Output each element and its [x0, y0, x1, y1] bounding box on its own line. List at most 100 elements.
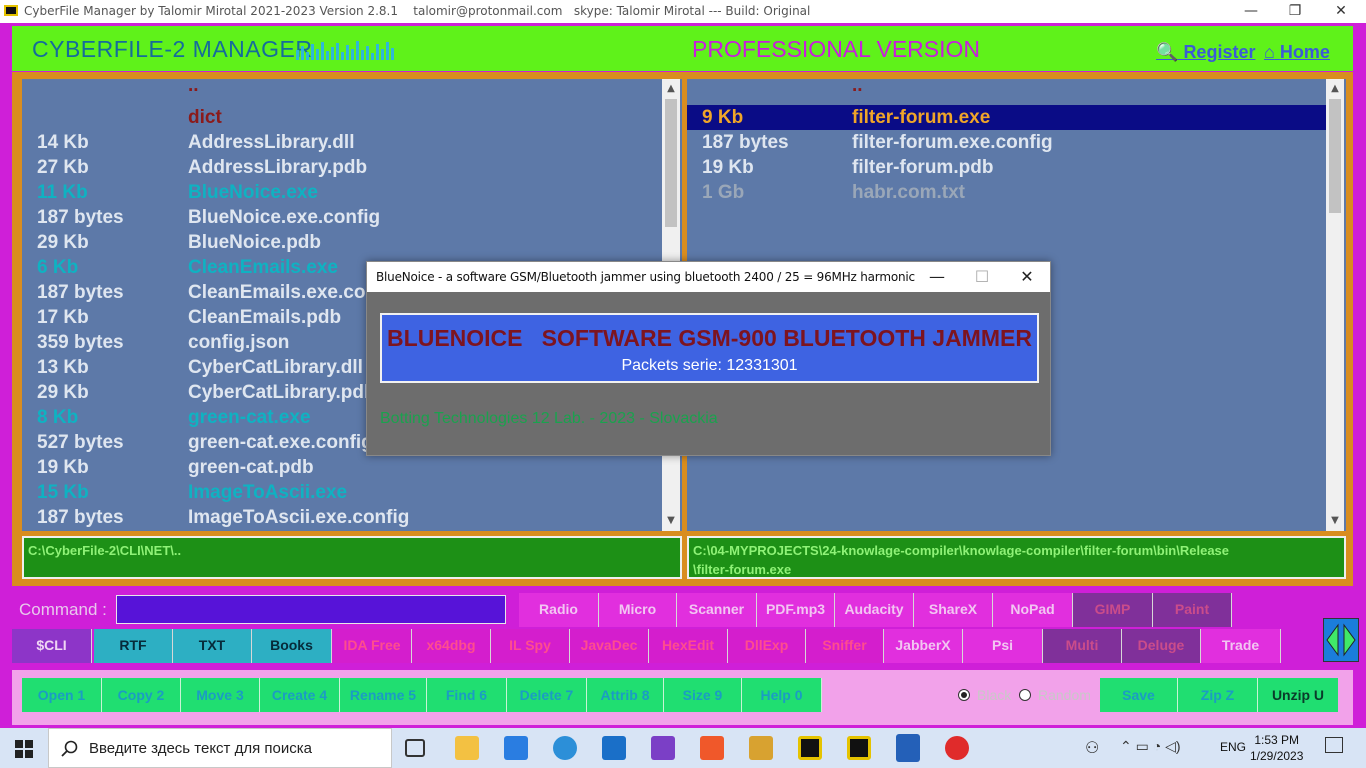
register-link[interactable]: 🔍 Register — [1156, 42, 1255, 63]
scroll-down-arrow-icon[interactable]: ▼ — [662, 513, 680, 529]
radio-button[interactable]: Radio — [519, 593, 599, 627]
people-icon[interactable]: ⚇ — [1085, 738, 1099, 758]
multi-button[interactable]: Multi — [1043, 629, 1122, 663]
file-row[interactable]: 29 Kb BlueNoice.pdb — [22, 230, 662, 255]
cli-button[interactable]: $CLI — [12, 629, 92, 663]
pdf-mp3-button[interactable]: PDF.mp3 — [757, 593, 835, 627]
scroll-up-arrow-icon[interactable]: ▲ — [662, 81, 680, 97]
rename-button[interactable]: Rename 5 — [340, 678, 427, 712]
find-button[interactable]: Find 6 — [427, 678, 507, 712]
help-button[interactable]: Help 0 — [742, 678, 822, 712]
il-spy-button[interactable]: IL Spy — [491, 629, 570, 663]
file-row[interactable]: 187 bytes BlueNoice.exe.config — [22, 205, 662, 230]
books-button[interactable]: Books — [252, 629, 332, 663]
dialog-maximize-icon[interactable]: ☐ — [960, 265, 1004, 289]
home-link[interactable]: ⌂ Home — [1264, 42, 1330, 63]
rtf-button[interactable]: RTF — [94, 629, 173, 663]
micro-button[interactable]: Micro — [599, 593, 677, 627]
sharex-button[interactable]: ShareX — [914, 593, 993, 627]
file-row[interactable]: 27 Kb AddressLibrary.pdb — [22, 155, 662, 180]
x64dbg-button[interactable]: x64dbg — [412, 629, 491, 663]
brave-icon[interactable] — [700, 736, 724, 760]
hexedit-button[interactable]: HexEdit — [649, 629, 728, 663]
dllexp-button[interactable]: DllExp — [728, 629, 806, 663]
cyberfile-icon-2[interactable] — [847, 736, 871, 760]
sniffer-button[interactable]: Sniffer — [806, 629, 884, 663]
move-button[interactable]: Move 3 — [181, 678, 260, 712]
windows-start-icon[interactable] — [15, 740, 33, 758]
minimize-button[interactable]: — — [1228, 0, 1274, 23]
file-row[interactable]: 9 Kb filter-forum.exe — [687, 105, 1327, 130]
scroll-thumb[interactable] — [665, 99, 677, 227]
file-row[interactable]: 187 bytes ImageToAscii.exe.config — [22, 505, 662, 530]
jabberx-button[interactable]: JabberX — [884, 629, 963, 663]
file-row[interactable]: 1 Gb habr.com.txt — [687, 180, 1327, 205]
copy-button[interactable]: Copy 2 — [102, 678, 181, 712]
bluenoice-dialog[interactable]: BlueNoice - a software GSM/Bluetooth jam… — [366, 261, 1051, 456]
command-input[interactable] — [116, 595, 506, 624]
notifications-icon[interactable] — [1325, 737, 1343, 753]
scroll-thumb[interactable] — [1329, 99, 1341, 213]
file-row[interactable]: 19 Kb filter-forum.pdb — [687, 155, 1327, 180]
store-icon[interactable] — [504, 736, 528, 760]
file-row[interactable]: .. — [687, 79, 1327, 105]
mail-icon[interactable] — [602, 736, 626, 760]
file-row[interactable]: 15 Kb ImageToAscii.exe — [22, 480, 662, 505]
file-size: 13 Kb — [37, 357, 89, 378]
open-button[interactable]: Open 1 — [22, 678, 102, 712]
theme-random-radio[interactable] — [1019, 689, 1031, 701]
paint-button[interactable]: Paint — [1153, 593, 1232, 627]
unzip-button[interactable]: Unzip U — [1258, 678, 1338, 712]
app-icon-1[interactable] — [749, 736, 773, 760]
switch-panels-button[interactable] — [1323, 618, 1359, 662]
file-row[interactable]: 187 bytes filter-forum.exe.config — [687, 130, 1327, 155]
clock[interactable]: 1:53 PM 1/29/2023 — [1250, 732, 1303, 764]
visual-studio-icon[interactable] — [651, 736, 675, 760]
ida-free-button[interactable]: IDA Free — [333, 629, 412, 663]
restore-button[interactable]: ❐ — [1272, 0, 1318, 23]
create-button[interactable]: Create 4 — [260, 678, 340, 712]
right-path-line2: \filter-forum.exe — [693, 562, 792, 577]
txt-button[interactable]: TXT — [173, 629, 252, 663]
dialog-banner: BLUENOICE SOFTWARE GSM-900 BLUETOOTH JAM… — [380, 313, 1039, 383]
close-button[interactable]: ✕ — [1318, 0, 1364, 23]
file-row[interactable]: .. — [22, 79, 662, 105]
psi-button[interactable]: Psi — [963, 629, 1043, 663]
dialog-minimize-icon[interactable]: — — [915, 265, 959, 289]
taskbar-search[interactable]: Введите здесь текст для поиска — [48, 728, 392, 768]
file-row[interactable]: 19 Kb green-cat.pdb — [22, 455, 662, 480]
save-button[interactable]: Save — [1100, 678, 1178, 712]
file-explorer-icon[interactable] — [455, 736, 479, 760]
cyberfile-icon[interactable] — [798, 736, 822, 760]
file-name: AddressLibrary.dll — [188, 132, 355, 153]
scroll-up-arrow-icon[interactable]: ▲ — [1326, 81, 1344, 97]
dialog-close-icon[interactable]: ✕ — [1005, 265, 1049, 289]
task-view-icon[interactable] — [405, 739, 425, 757]
zip-button[interactable]: Zip Z — [1178, 678, 1258, 712]
equalizer-icon — [296, 41, 394, 60]
file-name: habr.com.txt — [852, 182, 965, 203]
deluge-button[interactable]: Deluge — [1122, 629, 1201, 663]
right-scrollbar[interactable]: ▲ ▼ — [1326, 79, 1344, 531]
audacity-button[interactable]: Audacity — [835, 593, 914, 627]
tray-icons[interactable]: ⌃ ▭ ◔ ◁) — [1120, 738, 1181, 755]
theme-black-radio[interactable] — [958, 689, 970, 701]
attrib-button[interactable]: Attrib 8 — [587, 678, 664, 712]
red-dots-icon[interactable] — [945, 736, 969, 760]
javadec-button[interactable]: JavaDec — [570, 629, 649, 663]
size-button[interactable]: Size 9 — [664, 678, 742, 712]
delete-button[interactable]: Delete 7 — [507, 678, 587, 712]
scanner-button[interactable]: Scanner — [677, 593, 757, 627]
file-row[interactable]: dict — [22, 105, 662, 130]
file-row[interactable]: 11 Kb BlueNoice.exe — [22, 180, 662, 205]
file-row[interactable]: 14 Kb AddressLibrary.dll — [22, 130, 662, 155]
trade-button[interactable]: Trade — [1201, 629, 1281, 663]
file-name: BlueNoice.pdb — [188, 232, 322, 253]
search-placeholder: Введите здесь текст для поиска — [89, 740, 312, 757]
scroll-down-arrow-icon[interactable]: ▼ — [1326, 513, 1344, 529]
gimp-button[interactable]: GIMP — [1073, 593, 1153, 627]
browser-icon[interactable] — [553, 736, 577, 760]
language-indicator[interactable]: ENG — [1220, 740, 1246, 754]
bluenoice-app-icon[interactable] — [896, 734, 920, 762]
nopad-button[interactable]: NoPad — [993, 593, 1073, 627]
